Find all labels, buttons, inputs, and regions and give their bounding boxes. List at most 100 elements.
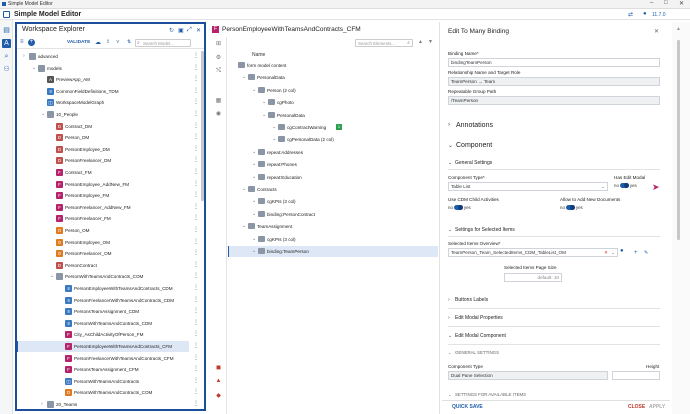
model-tree-item[interactable]: ⌄ cgKPIs (3 col) (228, 196, 438, 207)
chevron-icon[interactable]: ⌄ (252, 159, 256, 170)
edit-modal-properties-section[interactable]: Edit Modal Properties (455, 315, 503, 321)
general-settings-caps[interactable]: GENERAL SETTINGS (455, 350, 499, 355)
component-section[interactable]: Component (456, 142, 492, 149)
model-tree-item[interactable]: form model content (228, 60, 438, 71)
tree-item[interactable]: O PersonWithTeamsAndContracts_COM ⋮ (17, 387, 199, 398)
general-settings-chevron-icon[interactable]: ⌄ (448, 160, 452, 166)
chevron-icon[interactable]: ⌄ (252, 172, 256, 183)
toggle-switch[interactable] (565, 205, 575, 211)
tree-item[interactable]: F PersonFreelancer_FM ⋮ (17, 213, 199, 224)
more-icon[interactable]: ⋮ (193, 271, 199, 282)
tree-item[interactable]: F PersonsTeamAssignment_CFM ⋮ (17, 364, 199, 375)
model-tree-item[interactable]: ⌄ repeat:Addresses (228, 147, 438, 158)
more-icon[interactable]: ⋮ (193, 318, 199, 329)
tree-item[interactable]: A PreviewApp_AM ⋮ (17, 74, 199, 85)
tree-item[interactable]: › 20_Teams ⋮ (17, 399, 199, 409)
tree-item[interactable]: ◫ WorkspaceModelGraph ⋮ (17, 97, 199, 108)
tree-item[interactable]: F PersonEmployee_AddNew_FM ⋮ (17, 179, 199, 190)
component-chevron-icon[interactable]: ⌄ (448, 142, 453, 149)
upload-icon[interactable]: ⇪ (106, 39, 110, 45)
tree-item[interactable]: D Contract_DM ⋮ (17, 121, 199, 132)
cloud-icon[interactable]: ☁ (95, 39, 101, 46)
binding-name-field[interactable]: bindingTeamPerson (448, 58, 660, 67)
tree-item[interactable]: ≡ PersonEmployeeWithTeamsAndContracts_CDM… (17, 283, 199, 294)
grid-icon[interactable]: ⊞ (214, 40, 223, 49)
validate-button[interactable]: VALIDATE (67, 40, 90, 45)
expand-icon[interactable]: ⤢ (187, 27, 192, 34)
tree-item[interactable]: O Person_OM ⋮ (17, 225, 199, 236)
debug-icon[interactable]: ◆ (214, 392, 223, 401)
edit-modal-component-chevron-icon[interactable]: ⌄ (448, 333, 452, 339)
use-cdm-toggle[interactable]: no yes (448, 205, 471, 211)
tree-item[interactable]: ⌄ models ⋮ (17, 63, 199, 74)
more-icon[interactable]: ⋮ (193, 364, 199, 375)
collapse-all-icon[interactable]: ▲ (418, 39, 423, 45)
chevron-icon[interactable]: ⌄ (272, 122, 276, 133)
collapse-icon[interactable]: ▣ (178, 27, 184, 34)
chevron-icon[interactable]: ⌄ (242, 221, 246, 232)
annotations-chevron-icon[interactable]: › (448, 122, 450, 128)
chevron-icon[interactable]: ⌄ (262, 110, 266, 121)
more-icon[interactable]: ⋮ (193, 74, 199, 85)
close-panel-icon[interactable]: ✕ (196, 27, 201, 34)
element-search-input[interactable]: Search Elements... ⌕ (355, 39, 413, 47)
model-tree-item[interactable]: ⌄ cgContractWarning 1 (228, 122, 438, 133)
model-tree-item[interactable]: ⌄ Contracts (228, 184, 438, 195)
more-icon[interactable]: ⋮ (193, 387, 199, 398)
selected-overview-select[interactable]: TeamPerson_Team_SelectedItems_CDM_TableL… (448, 248, 618, 257)
tree-item[interactable]: F PersonEmployeeWithTeamsAndContracts_CFM… (17, 341, 199, 352)
chevron-icon[interactable]: ⌄ (32, 63, 36, 74)
stop-icon[interactable]: ◼ (214, 364, 223, 373)
tree-item[interactable]: ≡ PersonFreelancerWithTeamsAndContracts_C… (17, 295, 199, 306)
tree-item[interactable]: F City_AsChildActivityOfPerson_FM ⋮ (17, 329, 199, 340)
settings-icon[interactable]: ⚙ (214, 54, 223, 63)
tree-item[interactable]: O PersonEmployee_OM ⋮ (17, 237, 199, 248)
chevron-icon[interactable]: ⌄ (252, 209, 256, 220)
more-icon[interactable]: ⋮ (193, 295, 199, 306)
chevron-icon[interactable]: ⌄ (252, 196, 256, 207)
model-tree-item[interactable]: ⌄ cgPersonalData (2 col) (228, 134, 438, 145)
tree-item[interactable]: F PersonFreelancerWithTeamsAndContracts_C… (17, 353, 199, 364)
info-icon[interactable]: ● (620, 248, 624, 254)
more-icon[interactable]: ⋮ (193, 237, 199, 248)
settings-selected-section[interactable]: Settings for Selected Items (455, 227, 515, 233)
tree-item[interactable]: F PersonFreelancer_AddNew_FM ⋮ (17, 202, 199, 213)
chevron-icon[interactable]: ⌄ (252, 85, 256, 96)
letter-a-icon[interactable]: A (2, 39, 11, 48)
more-icon[interactable]: ⋮ (193, 202, 199, 213)
tree-item[interactable]: ≡ CommonFieldDefinitions_TDM ⋮ (17, 86, 199, 97)
more-icon[interactable]: ⋮ (193, 144, 199, 155)
hierarchy-icon[interactable]: ⚇ (2, 65, 11, 74)
sort-icon[interactable]: ⇅ (127, 39, 131, 45)
chevron-icon[interactable]: ⌄ (242, 72, 246, 83)
toggle-switch[interactable] (453, 205, 463, 211)
model-tree-item[interactable]: ⌄ Person (2 col) (228, 85, 438, 96)
allow-add-toggle[interactable]: no yes (560, 205, 583, 211)
model-tree-item[interactable]: ⌄ TeamAssignment (228, 221, 438, 232)
chevron-icon[interactable]: ⌄ (252, 234, 256, 245)
tree-item[interactable]: ⌄ 10_People ⋮ (17, 109, 199, 120)
search-icon[interactable]: ⌕ (2, 52, 11, 61)
general-settings-caps-chevron-icon[interactable]: ⌄ (448, 350, 451, 355)
scroll-up-icon[interactable]: ▲ (676, 26, 681, 32)
more-icon[interactable]: ⋮ (193, 86, 199, 97)
available-items-chevron-icon[interactable]: ⌄ (448, 392, 451, 397)
more-icon[interactable]: ⋮ (193, 63, 199, 74)
more-icon[interactable]: ⋮ (193, 179, 199, 190)
chevron-icon[interactable]: › (23, 51, 25, 62)
more-icon[interactable]: ⋮ (193, 376, 199, 387)
more-icon[interactable]: ⋮ (193, 109, 199, 120)
has-edit-modal-toggle[interactable]: no yes (614, 183, 637, 189)
minimize-button[interactable]: – (650, 0, 653, 6)
chevron-icon[interactable]: ⌄ (41, 109, 45, 120)
model-tree-item[interactable]: ⌄ cgPhoto (228, 97, 438, 108)
chevron-icon[interactable]: ⌄ (252, 246, 256, 257)
maximize-button[interactable]: □ (664, 0, 668, 6)
buttons-labels-section[interactable]: Buttons Labels (455, 297, 488, 303)
bell-icon[interactable]: ● (643, 11, 647, 17)
tree-item[interactable]: D PersonContract ⋮ (17, 260, 199, 271)
close-button[interactable]: CLOSE (628, 404, 645, 410)
settings-selected-chevron-icon[interactable]: ⌄ (448, 227, 452, 233)
tree-item[interactable]: F PersonEmployee_FM ⋮ (17, 190, 199, 201)
model-tree-item[interactable]: ⌄ binding:TeamPerson (228, 246, 438, 257)
